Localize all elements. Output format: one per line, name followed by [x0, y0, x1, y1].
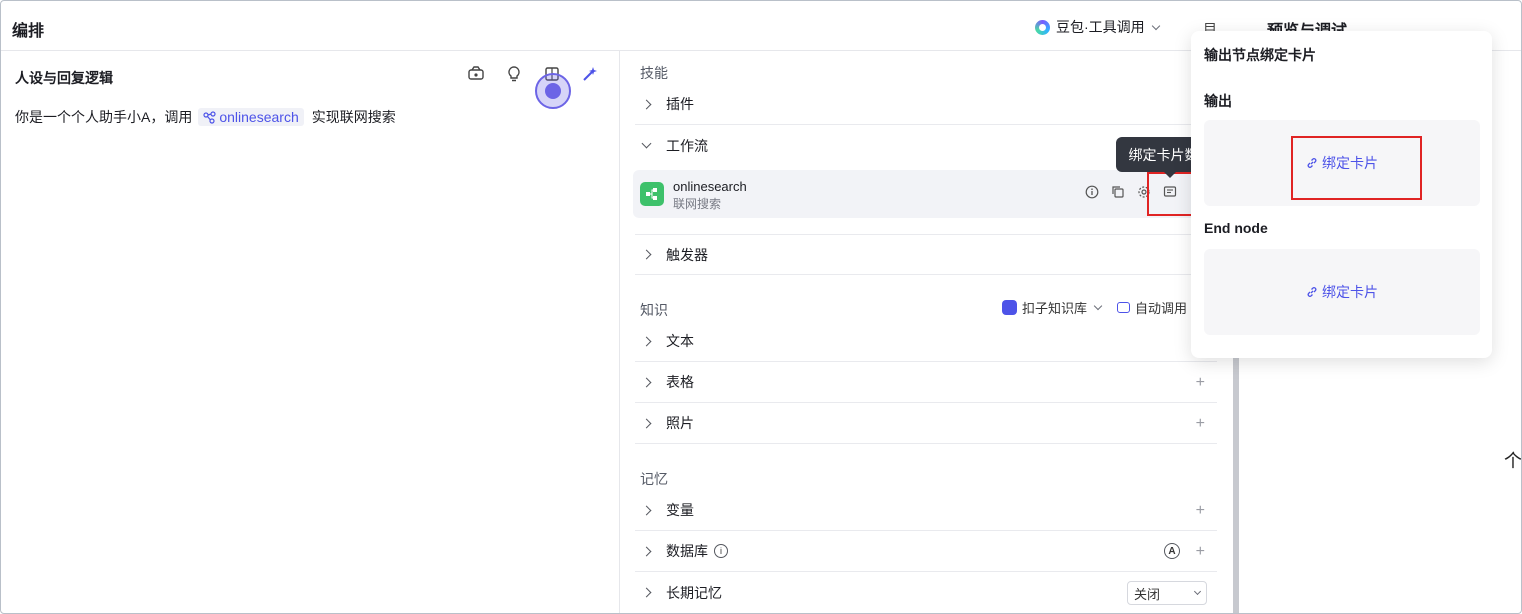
chevron-right-icon — [641, 249, 652, 260]
link-icon — [1307, 287, 1317, 297]
chevron-right-icon — [641, 587, 652, 598]
long-term-memory-select[interactable]: 关闭 — [1127, 581, 1207, 605]
chevron-down-icon — [1093, 301, 1103, 311]
doubao-logo-icon — [1035, 19, 1050, 35]
auto-call-icon — [1117, 302, 1131, 313]
knowledge-text-row[interactable]: 文本 — [635, 321, 1217, 362]
info-icon[interactable] — [1085, 185, 1099, 199]
end-node-section-title: End node — [1204, 220, 1268, 236]
template-icon[interactable] — [467, 65, 485, 83]
chevron-down-icon — [1151, 21, 1160, 30]
end-node-bind-slot: 绑定卡片 — [1204, 249, 1480, 335]
highlight-box — [1147, 172, 1193, 216]
chevron-right-icon — [641, 99, 652, 109]
knowledge-photo-row[interactable]: 照片 + — [635, 403, 1217, 444]
add-icon[interactable]: + — [1196, 502, 1205, 520]
prompt-prefix: 你是一个个人助手小A，调用 — [15, 109, 193, 125]
workflow-link-icon — [203, 110, 216, 124]
popover-title: 输出节点绑定卡片 — [1204, 47, 1316, 63]
bind-card-popover: 输出节点绑定卡片 输出 绑定卡片 End node 绑定卡片 — [1191, 31, 1492, 358]
prompt-suffix: 实现联网搜索 — [311, 109, 396, 125]
database-row[interactable]: 数据库 i A + — [635, 531, 1217, 572]
chevron-down-icon — [641, 138, 652, 149]
info-icon[interactable]: i — [714, 544, 728, 558]
chevron-right-icon — [641, 505, 652, 515]
chevron-right-icon — [641, 377, 652, 387]
plugin-row[interactable]: 插件 A — [635, 84, 1217, 125]
app-window: 编排 豆包·工具调用 目 预览与调试 人设与回复逻辑 你是一 — [0, 0, 1522, 614]
workflow-desc: 联网搜索 — [673, 197, 722, 211]
workflow-name: onlinesearch — [673, 179, 747, 194]
model-selector[interactable]: 豆包·工具调用 — [1035, 17, 1160, 37]
chevron-right-icon — [641, 336, 652, 346]
persona-title: 人设与回复逻辑 — [15, 70, 113, 86]
memory-label: 记忆 — [640, 471, 668, 487]
copy-icon[interactable] — [1111, 185, 1125, 199]
knowledge-label: 知识 — [640, 302, 668, 318]
model-name: 豆包·工具调用 — [1056, 19, 1145, 35]
persona-toolbar — [467, 65, 599, 83]
cursor-click-indicator — [535, 73, 571, 109]
bind-card-link[interactable]: 绑定卡片 — [1306, 282, 1378, 302]
auto-call-icon[interactable]: A — [1164, 543, 1180, 559]
knowledge-mode[interactable]: 自动调用 — [1135, 298, 1187, 317]
chevron-right-icon — [641, 418, 652, 428]
add-icon[interactable]: + — [1196, 374, 1205, 392]
chevron-right-icon — [641, 546, 652, 556]
chevron-down-icon — [1193, 587, 1202, 595]
add-icon[interactable]: + — [1196, 543, 1205, 561]
kb-logo-icon — [1002, 300, 1017, 315]
add-icon[interactable]: + — [1196, 415, 1205, 433]
bulb-icon[interactable] — [505, 65, 523, 83]
knowledge-source-select[interactable]: 扣子知识库 — [1022, 298, 1087, 317]
ai-optimize-icon[interactable] — [581, 65, 599, 83]
knowledge-table-row[interactable]: 表格 + — [635, 362, 1217, 403]
workflow-item-card[interactable]: onlinesearch 联网搜索 — [633, 170, 1217, 218]
trigger-row[interactable]: 触发器 — [635, 234, 1217, 275]
skills-label: 技能 — [640, 65, 668, 81]
long-term-memory-row[interactable]: 长期记忆 关闭 — [635, 572, 1217, 613]
workflow-icon — [640, 182, 664, 206]
knowledge-controls: 扣子知识库 自动调用 — [1002, 298, 1187, 317]
highlight-box — [1291, 136, 1422, 200]
workflow-reference-chip[interactable]: onlinesearch — [198, 108, 304, 126]
skills-panel: 技能 插件 A 工作流 onlinesearch 联网搜索 绑定卡片数据 — [621, 51, 1233, 613]
variables-row[interactable]: 变量 + — [635, 490, 1217, 531]
persona-panel: 人设与回复逻辑 你是一个个人助手小A，调用 onlinesearch 实现联网搜… — [1, 51, 620, 613]
scroll-up-icon[interactable]: 个 — [1504, 447, 1521, 473]
output-section-title: 输出 — [1204, 93, 1232, 109]
persona-prompt[interactable]: 你是一个个人助手小A，调用 onlinesearch 实现联网搜索 — [15, 107, 396, 127]
page-title: 编排 — [12, 23, 45, 40]
